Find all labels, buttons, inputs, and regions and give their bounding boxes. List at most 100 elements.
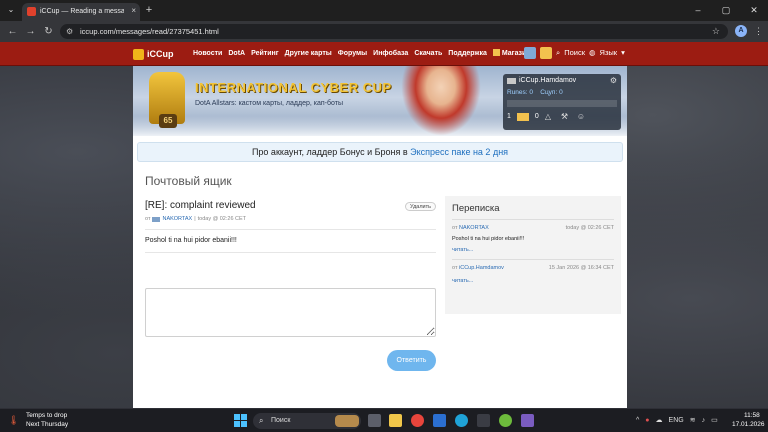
- conversation-text: Poshol ti na hui pidor ebanii!!!: [452, 236, 525, 242]
- sender-link[interactable]: iCCup.Hamdamov: [459, 265, 504, 271]
- language-selector[interactable]: Язык: [600, 47, 618, 59]
- sender-link[interactable]: NAKORTAX: [459, 225, 489, 231]
- mail-icon[interactable]: [516, 112, 529, 121]
- username[interactable]: iCCup.Hamdamov: [519, 76, 576, 86]
- globe-icon[interactable]: ◍: [589, 47, 596, 59]
- weather-headline[interactable]: Temps to drop: [26, 412, 67, 420]
- site-header: iCCup Новости DotA Рейтинг Другие карты …: [0, 42, 768, 66]
- divider: [145, 252, 436, 253]
- reload-icon[interactable]: ↻: [42, 25, 55, 38]
- start-tile: [241, 414, 247, 420]
- browser-toolbar: ← → ↻ ⚙ iccup.com/messages/read/27375451…: [0, 21, 768, 42]
- message-subject: [RE]: complaint reviewed: [145, 200, 256, 211]
- browser-tab[interactable]: iCCup — Reading a message fr ×: [22, 3, 140, 21]
- divider: [452, 259, 614, 260]
- nav-dota[interactable]: DotA: [228, 49, 245, 59]
- promo-link[interactable]: Экспресс паке на 2 дня: [410, 147, 508, 157]
- conversation-title: Переписка: [452, 203, 500, 214]
- search-icon: ⌕: [259, 416, 264, 425]
- tab-close-icon[interactable]: ×: [131, 6, 136, 16]
- user-profile-icon[interactable]: [540, 47, 552, 59]
- browser-tab-bar: ⌄ iCCup — Reading a message fr × + – ▢ ✕: [0, 0, 768, 21]
- edge-icon[interactable]: [455, 414, 468, 427]
- conversation-panel: Переписка от NAKORTAX today @ 02:26 CET …: [445, 196, 621, 314]
- chrome-icon[interactable]: [411, 414, 424, 427]
- back-arrow-icon[interactable]: ←: [6, 25, 19, 38]
- cloud-icon[interactable]: ☁: [656, 416, 663, 426]
- maximize-button[interactable]: ▢: [712, 0, 740, 21]
- sender-link[interactable]: NAKORTAX: [162, 216, 192, 222]
- from-prefix: от: [452, 225, 458, 231]
- wifi-icon[interactable]: ≋: [690, 416, 696, 426]
- browser-menu-icon[interactable]: ⋮: [754, 25, 763, 37]
- nav-forums[interactable]: Форумы: [338, 49, 367, 59]
- antivirus-icon[interactable]: ●: [645, 416, 649, 426]
- url-text[interactable]: iccup.com/messages/read/27375451.html: [80, 26, 219, 37]
- tab-title: iCCup — Reading a message fr: [40, 8, 124, 15]
- new-tab-button[interactable]: +: [143, 3, 155, 17]
- site-logo[interactable]: iCCup: [133, 47, 174, 61]
- reply-textarea[interactable]: [145, 288, 436, 337]
- nav-download[interactable]: Скачать: [414, 49, 442, 59]
- windows-taskbar: 🌡 Temps to drop Next Thursday ⌕ Поиск ^ …: [0, 408, 768, 432]
- nav-news[interactable]: Новости: [193, 49, 222, 59]
- mail-count: 1: [507, 113, 511, 120]
- read-more-link[interactable]: читать...: [452, 278, 473, 284]
- divider: [452, 219, 614, 220]
- warning-icon[interactable]: △: [545, 112, 555, 121]
- tools-icon[interactable]: ⚒: [561, 112, 571, 121]
- logo-text: iCCup: [147, 49, 174, 59]
- battery-icon[interactable]: ▭: [711, 416, 718, 426]
- conversation-time: today @ 02:26 CET: [565, 225, 614, 231]
- clock-time[interactable]: 11:58: [744, 412, 760, 420]
- settings-app-icon[interactable]: [477, 414, 490, 427]
- friends-icon[interactable]: ☺: [577, 112, 587, 121]
- chevron-up-icon[interactable]: ^: [636, 416, 639, 426]
- site-info-icon[interactable]: ⚙: [66, 26, 73, 37]
- nav-other-maps[interactable]: Другие карты: [285, 49, 332, 59]
- app-icon[interactable]: [521, 414, 534, 427]
- address-bar[interactable]: ⚙ iccup.com/messages/read/27375451.html …: [60, 24, 728, 39]
- runes-cups-line: Runes: 0 Сцуп: 0: [507, 88, 563, 98]
- tab-search-chevron-icon[interactable]: ⌄: [4, 3, 18, 17]
- volume-icon[interactable]: ♪: [702, 416, 706, 426]
- event-banner[interactable]: 65 INTERNATIONAL CYBER CUP DotA Allstars…: [133, 66, 627, 136]
- start-tile: [234, 414, 240, 420]
- file-explorer-icon[interactable]: [389, 414, 402, 427]
- search-highlight-image: [335, 415, 359, 427]
- page-viewport: iCCup Новости DotA Рейтинг Другие карты …: [0, 42, 768, 408]
- language-indicator[interactable]: ENG: [669, 416, 684, 426]
- taskbar-search[interactable]: ⌕ Поиск: [253, 413, 361, 429]
- system-tray: ^ ● ☁ ENG ≋ ♪ ▭: [636, 416, 718, 426]
- taskbar-search-placeholder: Поиск: [271, 417, 291, 424]
- nav-support[interactable]: Поддержка: [448, 49, 487, 59]
- settings-icon[interactable]: ⚙: [610, 76, 617, 86]
- clock-date[interactable]: 17.01.2026: [732, 421, 765, 429]
- start-button[interactable]: [234, 414, 247, 427]
- search-icon[interactable]: ⌕: [556, 47, 560, 59]
- nav-rating[interactable]: Рейтинг: [251, 49, 279, 59]
- close-window-button[interactable]: ✕: [740, 0, 768, 21]
- site-search-link[interactable]: Поиск: [564, 47, 585, 59]
- store-icon[interactable]: [433, 414, 446, 427]
- weather-detail[interactable]: Next Thursday: [26, 421, 68, 429]
- read-more-link[interactable]: читать...: [452, 247, 473, 253]
- message-meta: от NAKORTAX | today @ 02:26 CET: [145, 216, 246, 222]
- banner-subtitle: DotA Allstars: кастом карты, ладдер, кап…: [195, 100, 343, 107]
- minimize-button[interactable]: –: [684, 0, 712, 21]
- chevron-down-icon[interactable]: ▾: [621, 47, 625, 59]
- app-icon[interactable]: [499, 414, 512, 427]
- user-card-icon[interactable]: [524, 47, 536, 59]
- profile-avatar[interactable]: A: [735, 25, 747, 37]
- delete-button[interactable]: Удалить: [405, 202, 436, 211]
- user-panel: iCCup.Hamdamov ⚙ Runes: 0 Сцуп: 0 1 0 △ …: [503, 74, 621, 130]
- level-badge: 65: [159, 114, 177, 128]
- task-view-icon[interactable]: [368, 414, 381, 427]
- nav-infobase[interactable]: Инфобаза: [373, 49, 408, 59]
- alerts-count: 0: [534, 113, 539, 120]
- reply-button[interactable]: Ответить: [387, 350, 436, 371]
- thermometer-icon[interactable]: 🌡: [8, 414, 19, 426]
- bookmark-star-icon[interactable]: ☆: [712, 25, 720, 38]
- banner-character-image: [401, 66, 481, 136]
- forward-arrow-icon[interactable]: →: [24, 25, 37, 38]
